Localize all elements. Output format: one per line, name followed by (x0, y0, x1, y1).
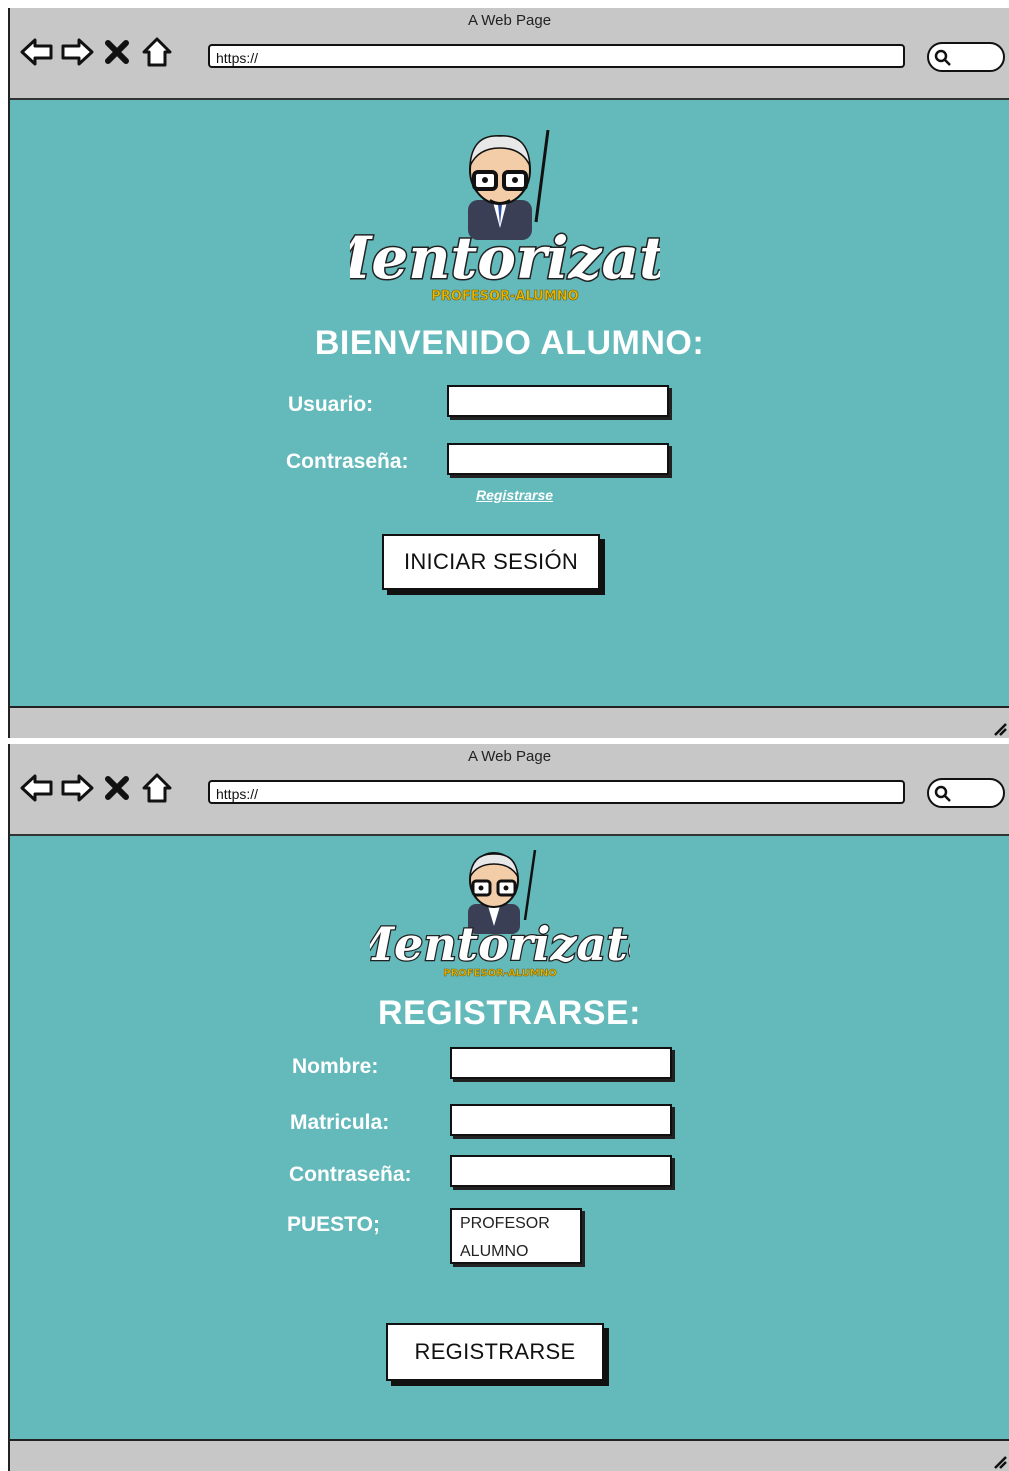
teacher-mascot-icon: Mentorizate PROFESOR-ALUMNO (304, 129, 704, 304)
login-page-content: Mentorizate PROFESOR-ALUMNO BIENVENIDO A… (10, 100, 1009, 706)
page-title: BIENVENIDO ALUMNO: (314, 324, 705, 362)
login-button[interactable]: INICIAR SESIÓN (382, 534, 600, 590)
page-title: REGISTRARSE: (378, 994, 641, 1032)
puesto-listbox[interactable]: PROFESOR ALUMNO (450, 1208, 582, 1264)
nombre-label: Nombre: (292, 1055, 379, 1078)
puesto-option-alumno[interactable]: ALUMNO (460, 1238, 572, 1266)
browser-toolbar: A Web Page https:// (10, 8, 1009, 100)
puesto-option-profesor[interactable]: PROFESOR (460, 1210, 572, 1238)
forward-arrow-icon[interactable] (60, 35, 94, 69)
search-icon (934, 785, 951, 802)
search-icon (934, 49, 951, 66)
password-label: Contraseña: (289, 1163, 412, 1186)
resize-grip-icon[interactable] (991, 720, 1007, 736)
url-bar[interactable]: https:// (208, 780, 905, 804)
resize-grip-icon[interactable] (991, 1453, 1007, 1469)
password-label: Contraseña: (286, 450, 409, 473)
forward-arrow-icon[interactable] (60, 771, 94, 805)
logo-subtitle: PROFESOR-ALUMNO (431, 289, 578, 304)
login-browser-window: A Web Page https:// entoriza PROFESOR-AL… (8, 8, 1009, 738)
logo-text: Mentorizate (370, 917, 630, 971)
matricula-label: Matricula: (290, 1111, 390, 1134)
browser-toolbar: A Web Page https:// (10, 744, 1009, 836)
logo-subtitle: PROFESOR-ALUMNO (443, 968, 556, 979)
puesto-label: PUESTO; (287, 1213, 380, 1236)
close-icon[interactable] (100, 771, 134, 805)
search-box[interactable] (927, 778, 1005, 808)
password-input[interactable] (447, 443, 669, 475)
usuario-input[interactable] (447, 385, 669, 417)
mentorizate-logo: Mentorizate PROFESOR-ALUMNO (304, 129, 704, 310)
usuario-label: Usuario: (288, 393, 374, 416)
close-icon[interactable] (100, 35, 134, 69)
register-page-content: Mentorizate PROFESOR-ALUMNO REGISTRARSE:… (10, 836, 1009, 1441)
teacher-mascot-icon: Mentorizate PROFESOR-ALUMNO (340, 849, 658, 979)
home-icon[interactable] (140, 771, 174, 805)
register-link[interactable]: Registrarse (476, 487, 553, 503)
status-bar (10, 706, 1009, 738)
mentorizate-logo: Mentorizate PROFESOR-ALUMNO (340, 849, 658, 980)
window-title: A Web Page (467, 12, 552, 29)
back-arrow-icon[interactable] (20, 771, 54, 805)
register-browser-window: A Web Page https:// entorizat PROFESOR-A… (8, 744, 1009, 1471)
window-title: A Web Page (467, 748, 552, 765)
logo-text: Mentorizate (350, 224, 660, 292)
password-input[interactable] (450, 1155, 672, 1187)
register-button[interactable]: REGISTRARSE (386, 1323, 604, 1381)
matricula-input[interactable] (450, 1104, 672, 1136)
search-box[interactable] (927, 42, 1005, 72)
home-icon[interactable] (140, 35, 174, 69)
nombre-input[interactable] (450, 1047, 672, 1079)
status-bar (10, 1439, 1009, 1471)
back-arrow-icon[interactable] (20, 35, 54, 69)
url-bar[interactable]: https:// (208, 44, 905, 68)
